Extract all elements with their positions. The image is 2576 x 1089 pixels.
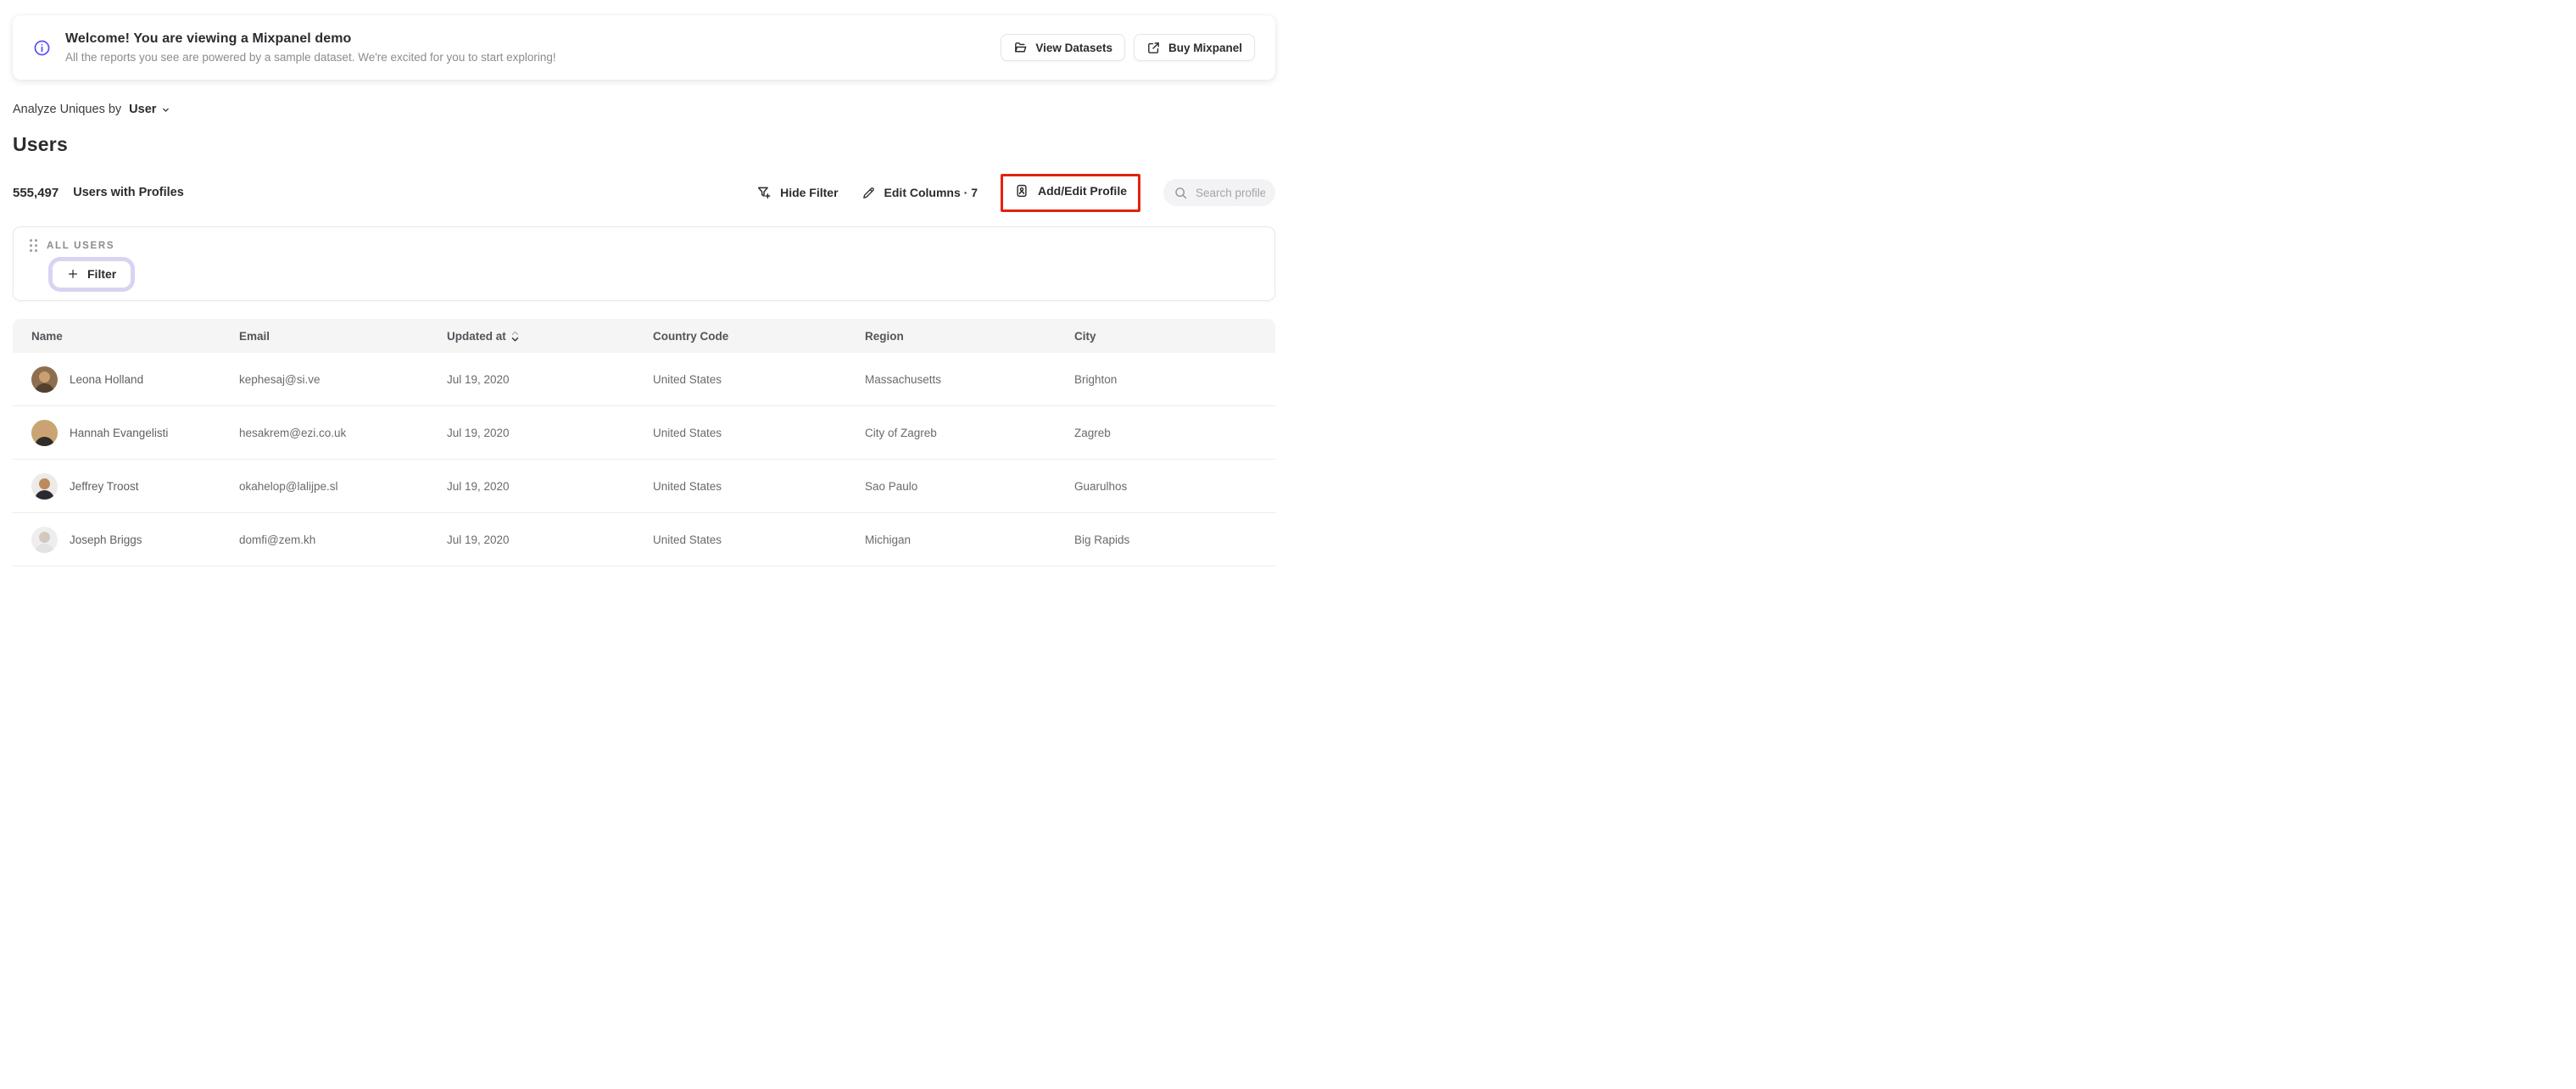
user-name: Joseph Briggs (70, 533, 142, 546)
edit-columns-button[interactable]: Edit Columns · 7 (861, 186, 978, 200)
user-updated-at: Jul 19, 2020 (447, 372, 510, 386)
tutorial-highlight-box: Add/Edit Profile (1001, 173, 1140, 212)
user-region: Michigan (865, 533, 912, 546)
column-header-name[interactable]: Name (31, 330, 239, 343)
user-country-code: United States (653, 533, 722, 546)
users-table: Name Email Updated at Country Code Regio… (13, 319, 1275, 567)
user-name-cell: Joseph Briggs (31, 526, 239, 553)
banner-buttons: View Datasets Buy Mixpanel (1001, 34, 1255, 61)
search-profiles-box[interactable] (1163, 179, 1275, 206)
user-email: domfi@zem.kh (239, 533, 316, 546)
user-region: City of Zagreb (865, 426, 937, 439)
drag-handle-icon[interactable] (30, 239, 37, 252)
table-row[interactable]: Leona Holland kephesaj@si.ve Jul 19, 202… (13, 353, 1275, 406)
user-email: kephesaj@si.ve (239, 372, 321, 386)
view-datasets-label: View Datasets (1035, 41, 1112, 54)
user-city: Zagreb (1074, 426, 1111, 439)
profiles-count: 555,497 (13, 185, 59, 200)
banner-title: Welcome! You are viewing a Mixpanel demo (65, 31, 352, 46)
avatar (31, 526, 58, 553)
user-country-code: United States (653, 426, 722, 439)
hide-filter-label: Hide Filter (780, 186, 839, 199)
page-title: Users (13, 133, 68, 155)
user-email: okahelop@lalijpe.sl (239, 479, 338, 493)
user-region: Sao Paulo (865, 479, 918, 493)
table-header-row: Name Email Updated at Country Code Regio… (13, 319, 1275, 353)
search-profiles-input[interactable] (1196, 186, 1265, 199)
user-city: Guarulhos (1074, 479, 1128, 493)
add-edit-profile-label: Add/Edit Profile (1038, 183, 1127, 198)
user-name: Hannah Evangelisti (70, 426, 169, 439)
user-updated-at: Jul 19, 2020 (447, 479, 510, 493)
buy-mixpanel-label: Buy Mixpanel (1168, 41, 1242, 54)
table-body: Leona Holland kephesaj@si.ve Jul 19, 202… (13, 353, 1275, 567)
add-filter-label: Filter (87, 267, 117, 281)
analyze-by-bar: Analyze Uniques by User (13, 103, 1275, 116)
user-name-cell: Leona Holland (31, 366, 239, 393)
profiles-count-label: Users with Profiles (73, 186, 184, 199)
profile-card-icon (1014, 183, 1029, 198)
plus-icon (67, 268, 79, 280)
user-updated-at: Jul 19, 2020 (447, 533, 510, 546)
filter-panel: ALL USERS Filter (13, 226, 1275, 301)
user-name: Leona Holland (70, 372, 144, 386)
user-updated-at: Jul 19, 2020 (447, 426, 510, 439)
analyze-by-value: User (129, 103, 157, 116)
chevron-down-icon (161, 105, 170, 114)
banner-text: Welcome! You are viewing a Mixpanel demo… (65, 31, 556, 64)
user-name: Jeffrey Troost (70, 479, 139, 493)
user-name-cell: Jeffrey Troost (31, 472, 239, 500)
banner-subtitle: All the reports you see are powered by a… (65, 51, 556, 64)
avatar (31, 419, 58, 446)
external-link-icon (1146, 41, 1161, 55)
filter-group-label: ALL USERS (47, 240, 115, 251)
add-filter-button[interactable]: Filter (52, 260, 132, 288)
info-icon (33, 39, 51, 57)
sort-icon[interactable] (511, 331, 519, 342)
analyze-by-prefix: Analyze Uniques by (13, 103, 122, 116)
add-edit-profile-button[interactable]: Add/Edit Profile (1014, 183, 1127, 198)
avatar (31, 366, 58, 393)
column-header-email[interactable]: Email (239, 330, 447, 343)
welcome-banner: Welcome! You are viewing a Mixpanel demo… (13, 15, 1275, 80)
user-city: Big Rapids (1074, 533, 1130, 546)
user-region: Massachusetts (865, 372, 942, 386)
user-country-code: United States (653, 372, 722, 386)
stats-toolbar-row: 555,497 Users with Profiles Hide Filter … (13, 173, 1275, 212)
user-name-cell: Hannah Evangelisti (31, 419, 239, 446)
search-icon (1174, 186, 1188, 200)
filter-group-header: ALL USERS (30, 239, 1258, 252)
view-datasets-button[interactable]: View Datasets (1001, 34, 1125, 61)
filter-funnel-plus-icon (756, 185, 772, 200)
folder-open-icon (1013, 41, 1028, 55)
hide-filter-button[interactable]: Hide Filter (756, 185, 839, 200)
column-header-updated-at[interactable]: Updated at (447, 330, 653, 343)
column-header-country-code[interactable]: Country Code (653, 330, 865, 343)
edit-columns-label: Edit Columns · 7 (884, 186, 978, 199)
table-row[interactable]: Jeffrey Troost okahelop@lalijpe.sl Jul 1… (13, 460, 1275, 513)
column-header-region[interactable]: Region (865, 330, 1074, 343)
pencil-icon (861, 186, 876, 200)
column-header-city[interactable]: City (1074, 330, 1275, 343)
user-email: hesakrem@ezi.co.uk (239, 426, 347, 439)
table-row[interactable]: Joseph Briggs domfi@zem.kh Jul 19, 2020 … (13, 513, 1275, 567)
buy-mixpanel-button[interactable]: Buy Mixpanel (1133, 34, 1255, 61)
analyze-by-dropdown[interactable]: User (129, 103, 170, 116)
table-row[interactable]: Hannah Evangelisti hesakrem@ezi.co.uk Ju… (13, 406, 1275, 460)
user-city: Brighton (1074, 372, 1118, 386)
table-toolbar: Hide Filter Edit Columns · 7 Add/Edit Pr… (756, 173, 1275, 212)
avatar (31, 472, 58, 500)
user-country-code: United States (653, 479, 722, 493)
